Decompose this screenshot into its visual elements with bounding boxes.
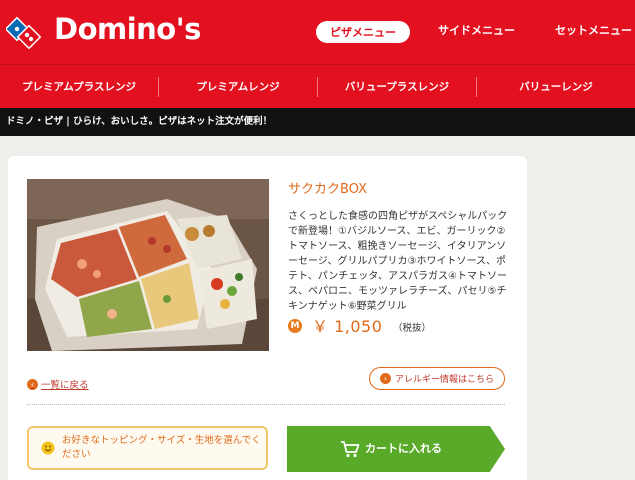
cart-icon: [341, 441, 360, 458]
allergy-info-button[interactable]: › アレルギー情報はこちら: [369, 367, 505, 390]
nav-side-menu[interactable]: サイドメニュー: [438, 22, 515, 38]
selection-hint: お好きなトッピング・サイズ・生地を選んでください: [27, 426, 268, 470]
smiley-icon: [41, 441, 55, 455]
product-description: さくっとした食感の四角ピザがスペシャルパックで新登場！①バジルソース、エビ、ガー…: [288, 211, 508, 312]
range-value[interactable]: バリューレンジ: [477, 65, 635, 109]
add-to-cart-button[interactable]: カートに入れる: [287, 426, 505, 472]
product-price: ￥ 1,050: [312, 317, 383, 336]
product-title: サクカクBOX: [288, 182, 367, 197]
back-to-list-link[interactable]: ‹ 一覧に戻る: [27, 377, 89, 391]
hint-text: お好きなトッピング・サイズ・生地を選んでください: [62, 435, 261, 460]
range-value-plus[interactable]: バリュープラスレンジ: [318, 65, 476, 109]
back-link-label: 一覧に戻る: [41, 380, 89, 391]
domino-tile-icon: [6, 16, 42, 50]
product-photo: [27, 179, 269, 351]
range-premium-plus[interactable]: プレミアムプラスレンジ: [0, 65, 158, 109]
allergy-label: アレルギー情報はこちら: [394, 375, 494, 385]
nav-set-menu[interactable]: セットメニュー: [555, 22, 632, 38]
dominos-logo[interactable]: Domino's: [6, 8, 201, 52]
chevron-right-icon: ›: [379, 373, 391, 384]
add-to-cart-label: カートに入れる: [365, 442, 442, 455]
chevron-left-icon: ‹: [27, 378, 38, 390]
size-m-badge: M: [288, 319, 302, 333]
tax-note: （税抜）: [393, 323, 432, 334]
nav-pizza-menu[interactable]: ピザメニュー: [316, 21, 410, 43]
range-premium[interactable]: プレミアムレンジ: [159, 65, 317, 109]
site-header: Domino's ピザメニュー サイドメニュー セットメニュー: [0, 0, 635, 64]
range-nav: プレミアムプラスレンジ プレミアムレンジ バリュープラスレンジ バリューレンジ: [0, 64, 635, 108]
section-divider: [27, 404, 505, 405]
logo-wordmark: Domino's: [54, 12, 201, 46]
tagline-bar: ドミノ・ピザ | ひらけ、おいしさ。ピザはネット注文が便利！: [0, 108, 635, 136]
